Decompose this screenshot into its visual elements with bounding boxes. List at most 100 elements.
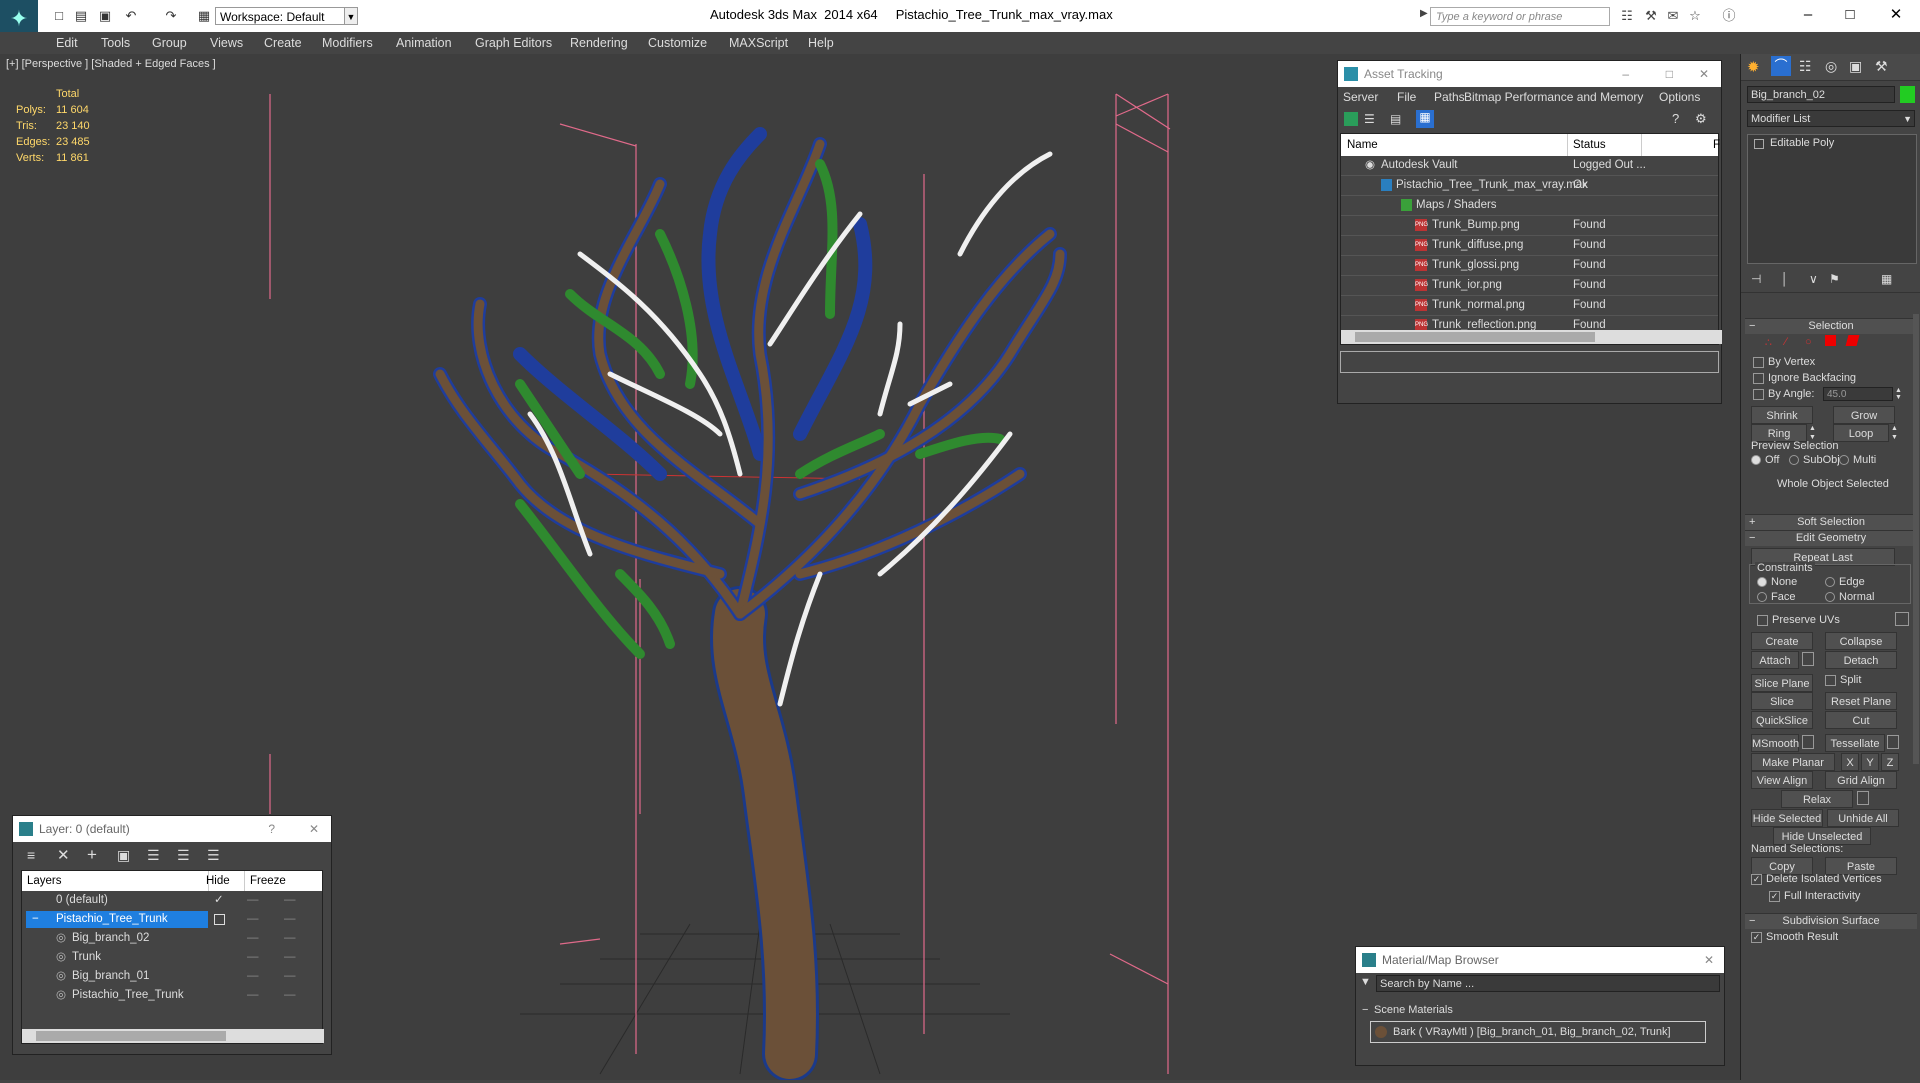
smooth-result-checkbox[interactable]: ✓ Smooth Result: [1751, 931, 1838, 943]
settings-icon[interactable]: ⚙: [1695, 111, 1707, 127]
angle-spinner[interactable]: 45.0: [1823, 387, 1893, 401]
menu-customize[interactable]: Customize: [648, 34, 707, 52]
msmooth-button[interactable]: MSmooth: [1751, 734, 1799, 752]
hide-toggle[interactable]: —: [247, 929, 259, 948]
checkbox[interactable]: [1753, 356, 1764, 368]
attach-button[interactable]: Attach: [1751, 651, 1799, 669]
planar-y-button[interactable]: Y: [1861, 753, 1879, 771]
preserve-uvs-settings-icon[interactable]: [1895, 612, 1909, 626]
material-item[interactable]: Bark ( VRayMtl ) [Big_branch_01, Big_bra…: [1370, 1021, 1706, 1043]
current-layer-check-icon[interactable]: ✓: [214, 891, 224, 910]
vertex-mode-icon[interactable]: ∴: [1765, 336, 1772, 349]
view-align-button[interactable]: View Align: [1751, 771, 1813, 789]
menu-triangle-icon[interactable]: ▼: [1360, 976, 1371, 988]
project-folder-icon[interactable]: ▦: [195, 8, 213, 24]
checkbox[interactable]: [1753, 372, 1764, 384]
detail-view-icon[interactable]: ▤: [1390, 112, 1404, 126]
show-end-result-icon[interactable]: │: [1781, 272, 1789, 286]
preserve-uvs-checkbox[interactable]: Preserve UVs: [1757, 614, 1840, 626]
hide-toggle[interactable]: —: [247, 967, 259, 986]
layer-row[interactable]: ◎ Trunk — —: [22, 948, 322, 967]
utilities-tab-icon[interactable]: ⚒: [1875, 58, 1888, 75]
asset-path-field[interactable]: [1340, 351, 1719, 373]
configure-modifier-sets-icon[interactable]: ▦: [1881, 272, 1892, 286]
help-icon[interactable]: ?: [1672, 111, 1679, 126]
freeze-all-icon[interactable]: ☰: [207, 847, 220, 864]
search-input[interactable]: Type a keyword or phrase: [1430, 7, 1610, 26]
hide-toggle[interactable]: —: [247, 910, 259, 929]
ignore-backfacing-checkbox[interactable]: Ignore Backfacing: [1753, 372, 1856, 384]
freeze-toggle[interactable]: —: [284, 986, 296, 1005]
favorites-star-icon[interactable]: ☆: [1686, 8, 1704, 24]
loop-spinner-icon[interactable]: ▲ ▼: [1891, 424, 1901, 442]
freeze-toggle[interactable]: —: [284, 929, 296, 948]
menu-rendering[interactable]: Rendering: [570, 34, 628, 52]
horizontal-scrollbar[interactable]: [1341, 330, 1722, 344]
radio[interactable]: [1839, 455, 1849, 466]
refresh-icon[interactable]: [1344, 112, 1358, 126]
motion-tab-icon[interactable]: ◎: [1825, 58, 1837, 75]
tessellate-button[interactable]: Tessellate: [1825, 734, 1885, 752]
radio[interactable]: [1825, 592, 1835, 603]
hide-all-icon[interactable]: ☰: [177, 847, 190, 864]
table-row[interactable]: ◉ Autodesk Vault Logged Out ...: [1341, 156, 1718, 176]
collapse-icon[interactable]: −: [32, 910, 39, 929]
loop-button[interactable]: Loop: [1833, 424, 1889, 442]
hide-toggle[interactable]: —: [247, 891, 259, 910]
close-button[interactable]: ✕: [1876, 2, 1916, 28]
highlight-layer-icon[interactable]: ☰: [147, 847, 160, 864]
make-unique-icon[interactable]: ∨: [1809, 272, 1818, 286]
asset-menu-bitmap[interactable]: Bitmap Performance and Memory: [1464, 87, 1643, 107]
scrollbar-thumb[interactable]: [36, 1031, 226, 1041]
menu-animation[interactable]: Animation: [396, 34, 452, 52]
menu-views[interactable]: Views: [210, 34, 243, 52]
spinner-arrows-icon[interactable]: ▲ ▼: [1895, 387, 1905, 401]
collapse-icon[interactable]: −: [1749, 319, 1755, 334]
expand-box-icon[interactable]: [1754, 139, 1764, 149]
hide-selected-button[interactable]: Hide Selected: [1751, 809, 1823, 827]
chevron-down-icon[interactable]: ▼: [344, 7, 358, 25]
menu-maxscript[interactable]: MAXScript: [729, 34, 788, 52]
menu-modifiers[interactable]: Modifiers: [322, 34, 373, 52]
column-extra[interactable]: F: [1713, 134, 1720, 156]
layer-stack-icon[interactable]: ≡: [27, 847, 35, 863]
table-view-icon[interactable]: ▦: [1416, 110, 1434, 128]
menu-graph-editors[interactable]: Graph Editors: [475, 34, 552, 52]
slice-plane-button[interactable]: Slice Plane: [1751, 674, 1813, 692]
open-file-icon[interactable]: ▤: [72, 8, 90, 24]
modifier-list-dropdown[interactable]: Modifier List ▼: [1747, 110, 1915, 127]
freeze-toggle[interactable]: —: [284, 967, 296, 986]
close-icon[interactable]: ✕: [1699, 61, 1709, 87]
soft-selection-rollout-header[interactable]: + Soft Selection: [1745, 514, 1917, 530]
communication-icon[interactable]: ✉: [1664, 8, 1682, 24]
expand-icon[interactable]: +: [1749, 515, 1755, 530]
column-status[interactable]: Status: [1573, 134, 1606, 156]
polygon-mode-icon[interactable]: [1825, 335, 1836, 346]
maximize-button[interactable]: □: [1666, 61, 1673, 87]
msmooth-settings-icon[interactable]: [1802, 735, 1814, 749]
minimize-button[interactable]: –: [1788, 2, 1828, 28]
table-row[interactable]: PNG Trunk_ior.png Found: [1341, 276, 1718, 296]
hide-toggle[interactable]: —: [247, 948, 259, 967]
layer-row[interactable]: ◎ Pistachio_Tree_Trunk — —: [22, 986, 322, 1005]
radio[interactable]: [1825, 577, 1835, 588]
object-name-field[interactable]: Big_branch_02: [1747, 86, 1895, 103]
unhide-all-button[interactable]: Unhide All: [1827, 809, 1899, 827]
full-interactivity-checkbox[interactable]: ✓ Full Interactivity: [1769, 890, 1860, 902]
chevron-down-icon[interactable]: ▼: [1903, 111, 1912, 128]
table-row[interactable]: Pistachio_Tree_Trunk_max_vray.max Ok: [1341, 176, 1718, 196]
set-current-box[interactable]: [214, 914, 225, 925]
asset-menu-paths[interactable]: Paths: [1434, 87, 1465, 107]
list-view-icon[interactable]: ☰: [1364, 112, 1378, 126]
subdivision-surface-rollout-header[interactable]: − Subdivision Surface: [1745, 913, 1917, 929]
table-row[interactable]: PNG Trunk_glossi.png Found: [1341, 256, 1718, 276]
radio[interactable]: [1757, 592, 1767, 603]
save-file-icon[interactable]: ▣: [96, 8, 114, 24]
layer-row[interactable]: ◎ Big_branch_01 — —: [22, 967, 322, 986]
reset-plane-button[interactable]: Reset Plane: [1825, 692, 1897, 710]
freeze-toggle[interactable]: —: [284, 948, 296, 967]
grow-button[interactable]: Grow: [1833, 406, 1895, 424]
preview-off-radio[interactable]: Off: [1751, 454, 1779, 466]
close-icon[interactable]: ✕: [309, 816, 319, 842]
border-mode-icon[interactable]: ○: [1805, 336, 1812, 348]
